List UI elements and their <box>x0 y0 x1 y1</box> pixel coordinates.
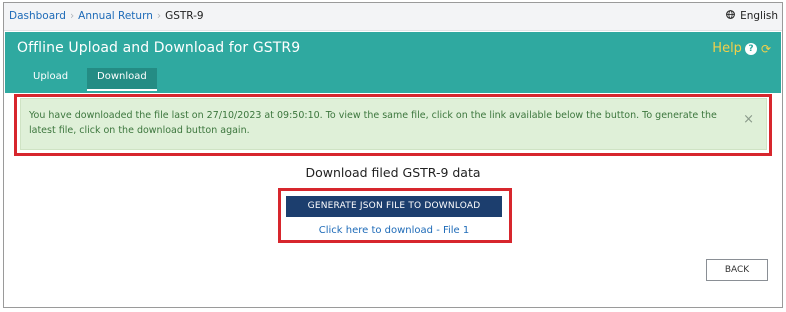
alert-message: You have downloaded the file last on 27/… <box>29 110 717 136</box>
back-button[interactable]: BACK <box>706 259 768 281</box>
breadcrumb: Dashboard › Annual Return › GSTR-9 <box>9 3 204 30</box>
breadcrumb-dashboard[interactable]: Dashboard <box>9 10 66 22</box>
generate-json-button[interactable]: GENERATE JSON FILE TO DOWNLOAD <box>286 196 502 217</box>
breadcrumb-bar: Dashboard › Annual Return › GSTR-9 English <box>4 3 782 31</box>
page-title: Offline Upload and Download for GSTR9 <box>17 40 301 56</box>
breadcrumb-current: GSTR-9 <box>165 10 204 22</box>
download-section-title: Download filed GSTR-9 data <box>305 165 481 180</box>
globe-icon <box>725 10 738 22</box>
question-icon: ? <box>744 42 757 55</box>
language-selector[interactable]: English <box>725 3 778 30</box>
download-file-link[interactable]: Click here to download - File 1 <box>286 225 502 236</box>
breadcrumb-separator: › <box>69 10 75 22</box>
help-link[interactable]: Help? ⟳ <box>712 41 771 56</box>
language-label: English <box>740 10 778 22</box>
close-icon[interactable]: × <box>743 112 754 127</box>
refresh-icon[interactable]: ⟳ <box>761 42 771 56</box>
page-header: Offline Upload and Download for GSTR9 He… <box>5 32 781 93</box>
breadcrumb-separator: › <box>156 10 162 22</box>
download-info-alert: You have downloaded the file last on 27/… <box>20 98 767 150</box>
tab-upload[interactable]: Upload <box>23 68 78 92</box>
tab-download[interactable]: Download <box>87 68 157 91</box>
help-label: Help <box>712 41 742 56</box>
breadcrumb-annual-return[interactable]: Annual Return <box>78 10 153 22</box>
